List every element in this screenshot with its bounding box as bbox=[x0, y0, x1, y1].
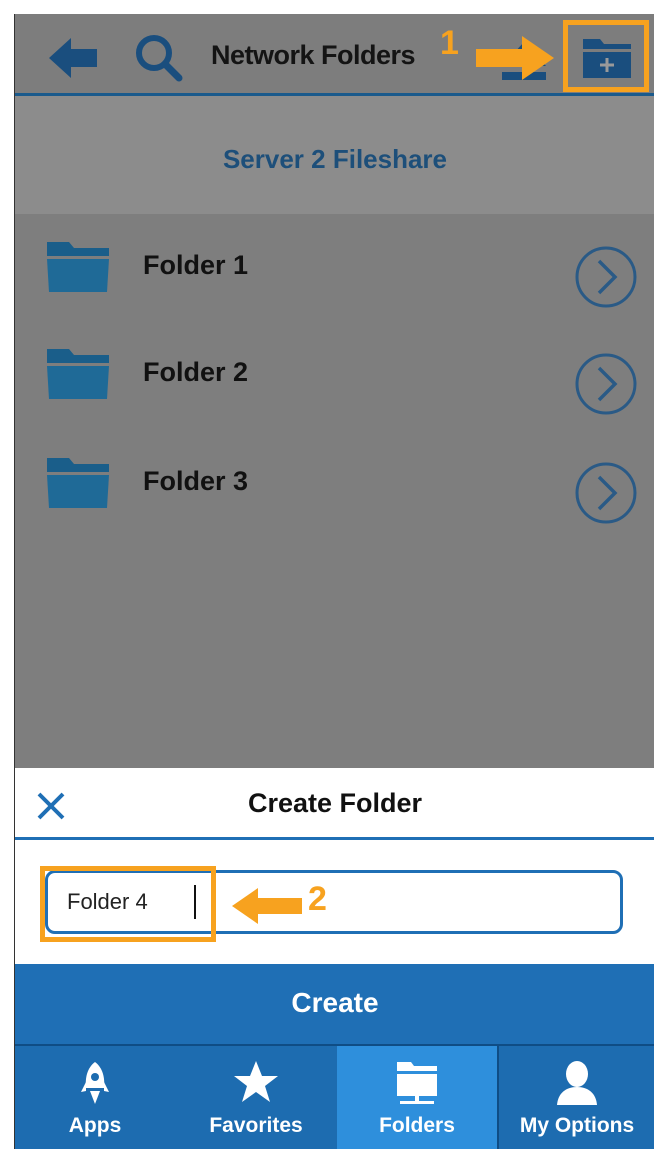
annotation-arrow-right-icon bbox=[476, 36, 554, 80]
tab-bar: Apps Favorites Folders My Options bbox=[15, 1044, 654, 1149]
folder-name: Folder 2 bbox=[143, 357, 249, 387]
search-button[interactable] bbox=[133, 32, 185, 84]
new-folder-button[interactable] bbox=[563, 20, 649, 92]
chevron-right-circle-icon bbox=[575, 246, 637, 308]
open-folder-button[interactable] bbox=[574, 352, 638, 416]
open-folder-button[interactable] bbox=[574, 245, 638, 309]
tab-apps[interactable]: Apps bbox=[15, 1046, 175, 1149]
folders-icon bbox=[397, 1062, 437, 1104]
open-folder-button[interactable] bbox=[574, 461, 638, 525]
sheet-title: Create Folder bbox=[247, 788, 423, 818]
folder-icon bbox=[47, 458, 109, 508]
tab-folders[interactable]: Folders bbox=[337, 1046, 497, 1149]
folder-plus-icon bbox=[583, 39, 631, 78]
tab-my-options[interactable]: My Options bbox=[497, 1046, 654, 1149]
tab-label: Favorites bbox=[209, 1114, 303, 1137]
tab-label: Apps bbox=[68, 1114, 122, 1137]
folder-icon bbox=[47, 242, 109, 292]
annotation-highlight-box bbox=[40, 866, 216, 942]
location-label: Server 2 Fileshare bbox=[222, 144, 448, 174]
app-screen: Network Folders Server 2 Fileshare Folde… bbox=[14, 14, 654, 1149]
rocket-icon bbox=[81, 1062, 109, 1104]
user-icon bbox=[557, 1061, 597, 1105]
page-title: Network Folders bbox=[211, 40, 416, 70]
annotation-step-2: 2 bbox=[308, 880, 327, 918]
search-icon bbox=[136, 35, 183, 82]
tab-label: My Options bbox=[519, 1114, 635, 1137]
folder-name: Folder 3 bbox=[143, 466, 249, 496]
folder-icon bbox=[47, 349, 109, 399]
folder-name: Folder 1 bbox=[143, 250, 249, 280]
screenshot-frame: Network Folders Server 2 Fileshare Folde… bbox=[0, 0, 654, 1149]
folder-row[interactable]: Folder 2 bbox=[15, 321, 654, 421]
chevron-right-circle-icon bbox=[575, 353, 637, 415]
back-button[interactable] bbox=[47, 36, 99, 80]
chevron-right-circle-icon bbox=[575, 462, 637, 524]
location-bar: Server 2 Fileshare bbox=[15, 96, 654, 214]
annotation-step-1: 1 bbox=[440, 24, 459, 62]
arrow-left-icon bbox=[49, 38, 97, 78]
annotation-arrow-left-icon bbox=[232, 888, 302, 924]
star-icon bbox=[234, 1061, 278, 1102]
create-button[interactable]: Create bbox=[15, 964, 654, 1044]
tab-favorites[interactable]: Favorites bbox=[175, 1046, 337, 1149]
folder-row[interactable]: Folder 3 bbox=[15, 430, 654, 530]
tab-label: Folders bbox=[379, 1114, 455, 1137]
sheet-header: Create Folder bbox=[15, 768, 654, 840]
top-bar: Network Folders bbox=[15, 14, 654, 96]
folder-row[interactable]: Folder 1 bbox=[15, 214, 654, 314]
